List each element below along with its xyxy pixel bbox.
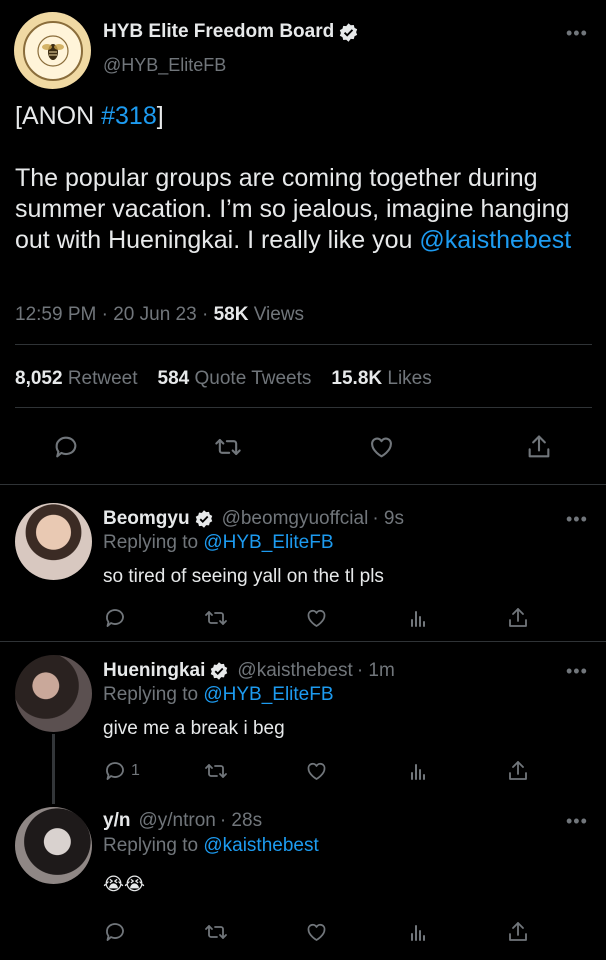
views-label: Views <box>253 304 305 325</box>
views-count: 58K <box>213 304 249 325</box>
academy-logo-icon <box>22 20 83 81</box>
tweet-actions <box>0 427 606 467</box>
tweet-time[interactable]: 12:59 PM <box>15 304 96 325</box>
reply-header: Hueningkai @kaisthebest · 1m <box>103 660 395 682</box>
replying-label: Replying to <box>103 684 199 705</box>
more-icon[interactable]: ••• <box>566 812 588 830</box>
quotes-count: 584 <box>157 368 190 389</box>
quotes-label: Quote Tweets <box>194 368 312 389</box>
replying-to: Replying to @HYB_EliteFB <box>103 684 334 706</box>
meta-separator: · <box>101 304 108 325</box>
retweet-icon[interactable] <box>204 920 228 944</box>
reply-handle[interactable]: @kaisthebest <box>237 660 352 682</box>
tweet-date[interactable]: 20 Jun 23 <box>113 304 196 325</box>
reply-header: y/n @y/ntron · 28s <box>103 810 262 832</box>
author-avatar[interactable] <box>14 12 91 89</box>
reply-author-name[interactable]: Hueningkai <box>103 660 205 682</box>
reply-icon[interactable] <box>103 606 127 630</box>
reply-text: so tired of seeing yall on the tl pls <box>103 566 384 587</box>
retweets-count: 8,052 <box>15 368 63 389</box>
reply-time[interactable]: · 1m <box>357 660 395 682</box>
heart-icon[interactable] <box>304 759 329 783</box>
views-icon[interactable] <box>407 606 431 630</box>
verified-badge-icon <box>209 661 229 681</box>
reply-header: Beomgyu @beomgyuoffcial · 9s <box>103 508 404 530</box>
reply-tweet[interactable]: Beomgyu @beomgyuoffcial · 9s ••• Replyin… <box>0 490 606 642</box>
replying-to-link[interactable]: @kaisthebest <box>203 835 318 856</box>
retweet-icon[interactable] <box>204 606 228 630</box>
avatar[interactable] <box>15 503 92 580</box>
views-icon[interactable] <box>407 759 431 783</box>
reply-text: 😭😭 <box>103 874 146 894</box>
divider <box>15 344 592 345</box>
more-icon[interactable]: ••• <box>566 662 588 680</box>
mention-link[interactable]: @kaisthebest <box>419 226 571 254</box>
retweets-label: Retweet <box>67 368 138 389</box>
replying-to-link[interactable]: @HYB_EliteFB <box>203 684 333 705</box>
heart-icon[interactable] <box>304 606 329 630</box>
reply-handle[interactable]: @y/ntron <box>138 810 215 832</box>
author-handle[interactable]: @HYB_EliteFB <box>103 55 226 76</box>
reply-tweet[interactable]: y/n @y/ntron · 28s ••• Replying to @kais… <box>0 794 606 960</box>
more-icon[interactable]: ••• <box>566 24 588 42</box>
reply-handle[interactable]: @beomgyuoffcial <box>222 508 369 530</box>
more-icon[interactable]: ••• <box>566 510 588 528</box>
hashtag-link[interactable]: #318 <box>101 102 157 130</box>
anon-prefix: [ANON <box>15 102 102 130</box>
reply-count: 1 <box>131 762 140 779</box>
retweet-icon[interactable] <box>214 433 242 461</box>
reply-text: give me a break i beg <box>103 718 285 739</box>
replying-to-link[interactable]: @HYB_EliteFB <box>203 532 333 553</box>
quotes-stat[interactable]: 584 Quote Tweets <box>158 368 312 390</box>
tweet-meta: 12:59 PM · 20 Jun 23 · 58K Views <box>15 304 304 326</box>
avatar[interactable] <box>15 655 92 732</box>
author-name[interactable]: HYB Elite Freedom Board <box>103 21 359 43</box>
main-tweet: HYB Elite Freedom Board @HYB_EliteFB •••… <box>0 0 606 490</box>
reply-time[interactable]: · 28s <box>220 810 262 832</box>
retweet-icon[interactable] <box>204 759 228 783</box>
divider <box>15 407 592 408</box>
share-icon[interactable] <box>506 920 530 944</box>
reply-tweet[interactable]: Hueningkai @kaisthebest · 1m ••• Replyin… <box>0 642 606 804</box>
tweet-text: [ANON #318] The popular groups are comin… <box>15 101 590 256</box>
views-icon[interactable] <box>407 920 431 944</box>
avatar[interactable] <box>15 807 92 884</box>
verified-badge-icon <box>338 22 359 43</box>
reply-time[interactable]: · 9s <box>372 508 404 530</box>
reply-icon[interactable] <box>103 759 127 783</box>
heart-icon[interactable] <box>367 433 396 461</box>
share-icon[interactable] <box>506 759 530 783</box>
replying-label: Replying to <box>103 835 199 856</box>
likes-label: Likes <box>387 368 432 389</box>
replying-to: Replying to @HYB_EliteFB <box>103 532 334 554</box>
likes-count: 15.8K <box>331 368 383 389</box>
anon-suffix: ] <box>156 102 164 130</box>
likes-stat[interactable]: 15.8K Likes <box>331 368 431 390</box>
replying-label: Replying to <box>103 532 199 553</box>
tweet-stats: 8,052 Retweet 584 Quote Tweets 15.8K Lik… <box>15 368 432 390</box>
reply-author-name[interactable]: Beomgyu <box>103 508 190 530</box>
divider <box>0 484 606 485</box>
reply-icon[interactable] <box>103 920 127 944</box>
retweets-stat[interactable]: 8,052 Retweet <box>15 368 138 390</box>
reply-icon[interactable] <box>52 433 80 461</box>
share-icon[interactable] <box>506 606 530 630</box>
author-name-text: HYB Elite Freedom Board <box>103 21 335 42</box>
verified-badge-icon <box>194 509 214 529</box>
heart-icon[interactable] <box>304 920 329 944</box>
meta-separator-2: · <box>201 304 209 325</box>
reply-author-name[interactable]: y/n <box>103 810 130 832</box>
replying-to: Replying to @kaisthebest <box>103 835 319 857</box>
share-icon[interactable] <box>525 433 553 461</box>
